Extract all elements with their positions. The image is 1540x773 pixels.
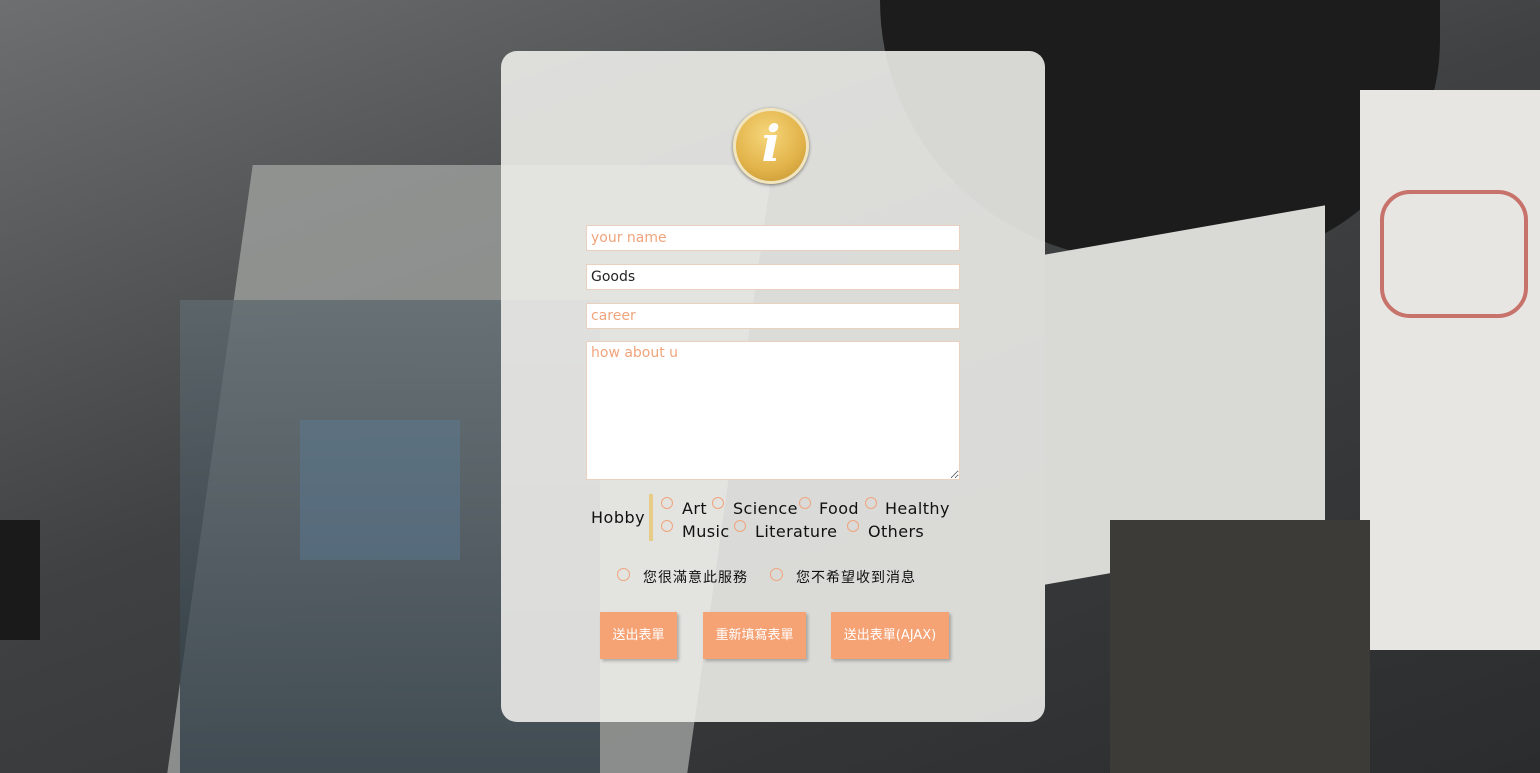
info-icon: i bbox=[733, 108, 809, 184]
hobby-others-radio[interactable] bbox=[847, 520, 859, 532]
hobby-others-label: Others bbox=[868, 522, 925, 541]
hobby-literature-label: Literature bbox=[755, 522, 838, 541]
hobby-healthy-label: Healthy bbox=[885, 499, 950, 518]
hobby-food-label: Food bbox=[819, 499, 859, 518]
submit-button[interactable]: 送出表單 bbox=[600, 612, 677, 659]
goods-input[interactable] bbox=[586, 264, 960, 290]
submit-ajax-button[interactable]: 送出表單(AJAX) bbox=[831, 612, 949, 659]
no-messages-label: 您不希望收到消息 bbox=[796, 570, 916, 586]
about-textarea[interactable] bbox=[586, 341, 960, 480]
hobby-label: Hobby bbox=[591, 508, 646, 527]
hobby-science-label: Science bbox=[733, 499, 798, 518]
hobby-art-radio[interactable] bbox=[661, 497, 673, 509]
reset-button[interactable]: 重新填寫表單 bbox=[703, 612, 806, 659]
satisfied-checkbox[interactable] bbox=[617, 568, 630, 581]
hobby-healthy-radio[interactable] bbox=[865, 497, 877, 509]
satisfied-label: 您很滿意此服務 bbox=[643, 570, 748, 586]
hobby-music-label: Music bbox=[682, 522, 730, 541]
hobby-music-radio[interactable] bbox=[661, 520, 673, 532]
name-input[interactable] bbox=[586, 225, 960, 251]
hobby-science-radio[interactable] bbox=[712, 497, 724, 509]
no-messages-checkbox[interactable] bbox=[770, 568, 783, 581]
hobby-literature-radio[interactable] bbox=[734, 520, 746, 532]
career-input[interactable] bbox=[586, 303, 960, 329]
hobby-food-radio[interactable] bbox=[799, 497, 811, 509]
hobby-art-label: Art bbox=[682, 499, 707, 518]
hobby-divider bbox=[649, 494, 653, 541]
